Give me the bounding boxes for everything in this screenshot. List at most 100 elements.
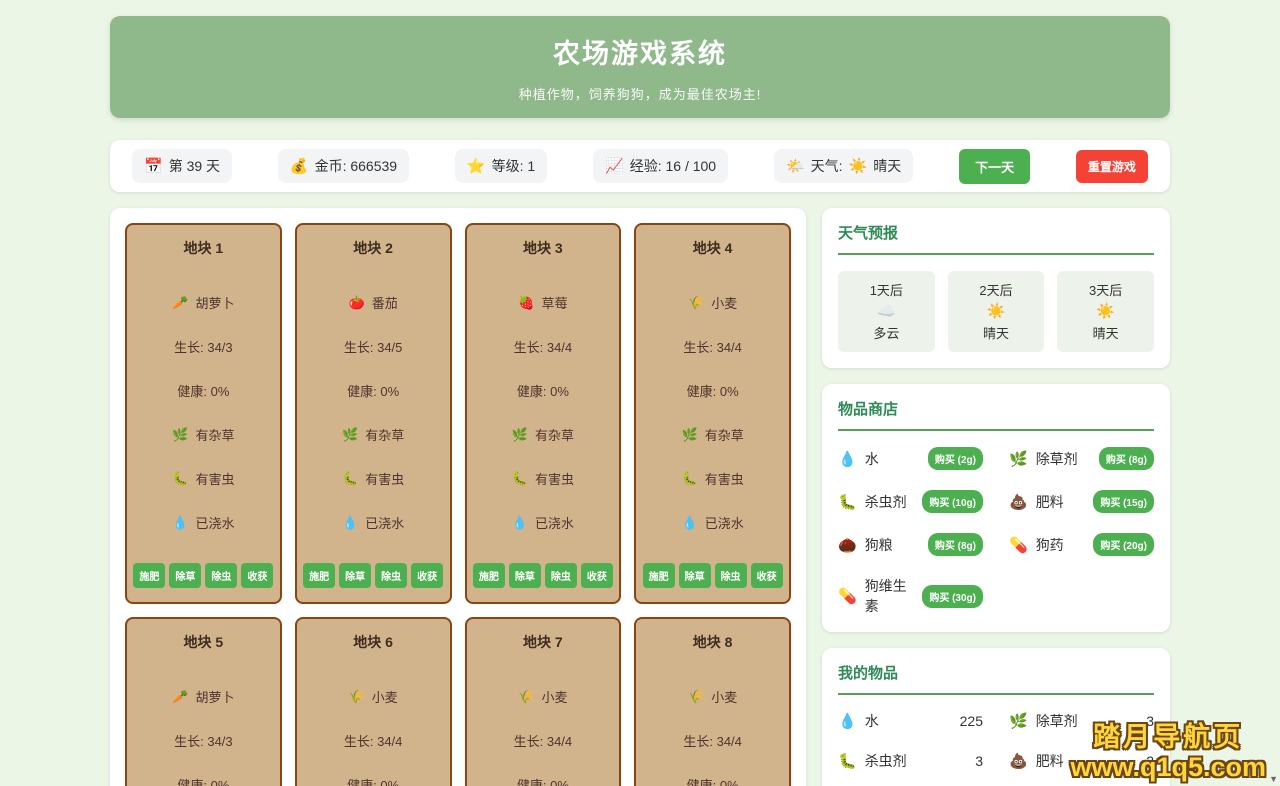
herb-icon: 🌿 bbox=[172, 426, 189, 442]
droplet-icon: 💧 bbox=[172, 514, 189, 530]
growth-label: 生长: 34/3 bbox=[174, 340, 233, 355]
forecast-weather-label: 晴天 bbox=[982, 326, 1009, 341]
shop-item-icon: 🌿 bbox=[1009, 450, 1028, 468]
crop-label: 🌾 小麦 bbox=[688, 687, 737, 706]
shop-grid: 💧 水 购买 (2g) 🌿 除草剂 购买 (8g) 🐛 杀虫剂 购买 (10g)… bbox=[838, 447, 1154, 616]
remove-pest-button[interactable]: 除虫 bbox=[544, 563, 577, 588]
buy-button[interactable]: 购买 (30g) bbox=[922, 584, 983, 608]
farm-plots-panel: 地块 1 🥕 胡萝卜 生长: 34/3 健康: 0% 🌿 有杂草 🐛 有害虫 💧… bbox=[110, 208, 806, 786]
inventory-item-count: 3 bbox=[975, 753, 983, 769]
crop-label: 🌾 小麦 bbox=[518, 687, 567, 706]
reset-game-button[interactable]: 重置游戏 bbox=[1075, 149, 1148, 183]
crop-label: 🌾 小麦 bbox=[349, 687, 398, 706]
scrollbar-down-arrow[interactable]: ▼ bbox=[1269, 774, 1278, 784]
crop-icon: 🥕 bbox=[172, 688, 189, 704]
buy-button[interactable]: 购买 (15g) bbox=[1093, 490, 1154, 513]
fertilize-button[interactable]: 施肥 bbox=[303, 563, 336, 588]
buy-button[interactable]: 购买 (2g) bbox=[927, 447, 983, 470]
forecast-day-label: 2天后 bbox=[979, 283, 1013, 298]
plot-title: 地块 4 bbox=[692, 240, 733, 256]
health-label: 健康: 0% bbox=[177, 778, 230, 786]
inventory-item-icon: 💧 bbox=[838, 713, 857, 730]
forecast-day-box: 2天后 ☀️ 晴天 bbox=[947, 271, 1045, 352]
crop-label: 🥕 胡萝卜 bbox=[172, 687, 234, 706]
weather-forecast-panel: 天气预报 1天后 ☁️ 多云 2天后 ☀️ 晴天 3天后 ☀️ 晴天 bbox=[822, 208, 1170, 368]
pest-status-label: 有害虫 bbox=[704, 472, 744, 487]
fertilize-button[interactable]: 施肥 bbox=[472, 563, 505, 588]
sun-icon: ☀️ bbox=[848, 158, 868, 175]
forecast-weather-label: 晴天 bbox=[1092, 326, 1119, 341]
remove-weed-button[interactable]: 除草 bbox=[508, 563, 541, 588]
shop-title: 物品商店 bbox=[838, 398, 1154, 431]
buy-button[interactable]: 购买 (8g) bbox=[1098, 447, 1154, 470]
harvest-button[interactable]: 收获 bbox=[750, 563, 783, 588]
water-status-label: 已浇水 bbox=[704, 516, 744, 531]
water-status-label: 已浇水 bbox=[365, 516, 405, 531]
fertilize-button[interactable]: 施肥 bbox=[133, 563, 166, 588]
health-label: 健康: 0% bbox=[347, 384, 400, 399]
bug-icon: 🐛 bbox=[681, 470, 698, 486]
inventory-item-icon: 🐛 bbox=[838, 753, 857, 770]
weed-status-label: 有杂草 bbox=[195, 428, 235, 443]
remove-weed-button[interactable]: 除草 bbox=[339, 563, 372, 588]
weather-forecast-title: 天气预报 bbox=[838, 222, 1154, 255]
page-container: 农场游戏系统 种植作物，饲养狗狗，成为最佳农场主! 📅 第 39 天 💰 金币:… bbox=[110, 0, 1170, 786]
next-day-button[interactable]: 下一天 bbox=[959, 148, 1031, 184]
plot-title: 地块 2 bbox=[353, 240, 393, 256]
growth-label: 生长: 34/4 bbox=[513, 340, 573, 355]
remove-pest-button[interactable]: 除虫 bbox=[375, 563, 408, 588]
remove-pest-button[interactable]: 除虫 bbox=[205, 563, 238, 588]
water-status-label: 已浇水 bbox=[534, 516, 574, 531]
pest-status-label: 有害虫 bbox=[534, 472, 574, 487]
crop-icon: 🌾 bbox=[348, 688, 365, 704]
growth-label: 生长: 34/4 bbox=[683, 340, 742, 355]
buy-button[interactable]: 购买 (20g) bbox=[1093, 533, 1154, 556]
inventory-item-name: 除草剂 bbox=[1035, 713, 1078, 729]
health-label: 健康: 0% bbox=[686, 384, 739, 399]
water-status: 💧 已浇水 bbox=[682, 513, 744, 532]
buy-button[interactable]: 购买 (8g) bbox=[927, 533, 983, 556]
crop-name: 胡萝卜 bbox=[195, 296, 235, 311]
page-title: 农场游戏系统 bbox=[553, 38, 727, 69]
shop-item-name: 杀虫剂 bbox=[864, 493, 907, 510]
buy-button[interactable]: 购买 (10g) bbox=[922, 490, 983, 513]
remove-weed-button[interactable]: 除草 bbox=[169, 563, 202, 588]
harvest-button[interactable]: 收获 bbox=[411, 563, 444, 588]
bug-icon: 🐛 bbox=[511, 470, 528, 486]
pest-status: 🐛 有害虫 bbox=[682, 469, 744, 488]
harvest-button[interactable]: 收获 bbox=[241, 563, 274, 588]
forecast-grid: 1天后 ☁️ 多云 2天后 ☀️ 晴天 3天后 ☀️ 晴天 bbox=[838, 271, 1154, 352]
plot-title: 地块 3 bbox=[523, 240, 563, 256]
crop-label: 🍓 草莓 bbox=[518, 293, 567, 312]
plot-card: 地块 8 🌾 小麦 生长: 34/4 健康: 0% 🌿 有杂草 🐛 bbox=[634, 617, 791, 786]
inventory-item-count: 225 bbox=[959, 713, 983, 729]
forecast-day-label: 3天后 bbox=[1089, 283, 1123, 298]
health-label: 健康: 0% bbox=[686, 778, 739, 786]
plot-card: 地块 2 🍅 番茄 生长: 34/5 健康: 0% 🌿 有杂草 🐛 有害虫 💧 … bbox=[294, 223, 452, 604]
weed-status: 🌿 有杂草 bbox=[512, 425, 574, 444]
inventory-grid: 💧 水 225 🌿 除草剂 3 🐛 杀虫剂 3 💩 肥料 2 bbox=[838, 711, 1154, 786]
remove-pest-button[interactable]: 除虫 bbox=[714, 563, 747, 588]
weed-status-label: 有杂草 bbox=[534, 428, 574, 443]
droplet-icon: 💧 bbox=[342, 514, 359, 530]
inventory-panel: 我的物品 💧 水 225 🌿 除草剂 3 🐛 杀虫剂 3 💩 肥料 2 bbox=[822, 648, 1170, 786]
water-status: 💧 已浇水 bbox=[512, 513, 574, 532]
inventory-item-icon: 🌿 bbox=[1009, 713, 1028, 730]
inventory-item-count: 3 bbox=[1146, 713, 1154, 729]
shop-item: 🌰 狗粮 购买 (8g) bbox=[838, 533, 983, 556]
pest-status-label: 有害虫 bbox=[365, 472, 405, 487]
harvest-button[interactable]: 收获 bbox=[580, 563, 613, 588]
remove-weed-button[interactable]: 除草 bbox=[678, 563, 711, 588]
plot-card: 地块 3 🍓 草莓 生长: 34/4 健康: 0% 🌿 有杂草 🐛 有害虫 💧 … bbox=[464, 223, 622, 604]
crop-icon: 🌾 bbox=[518, 688, 535, 704]
exp-indicator: 📈 经验: 16 / 100 bbox=[593, 149, 729, 183]
money-bag-icon: 💰 bbox=[289, 158, 309, 175]
inventory-item-count: 2 bbox=[1146, 753, 1154, 769]
fertilize-button[interactable]: 施肥 bbox=[642, 563, 675, 588]
crop-icon: 🍓 bbox=[518, 294, 535, 310]
shop-panel: 物品商店 💧 水 购买 (2g) 🌿 除草剂 购买 (8g) 🐛 杀虫剂 购买 … bbox=[822, 384, 1170, 632]
shop-item-name: 水 bbox=[864, 450, 879, 467]
sidebar: 天气预报 1天后 ☁️ 多云 2天后 ☀️ 晴天 3天后 ☀️ 晴天 物品商店 … bbox=[822, 208, 1170, 786]
inventory-item-name: 肥料 bbox=[1035, 753, 1064, 769]
shop-item-icon: 💊 bbox=[1009, 536, 1028, 554]
